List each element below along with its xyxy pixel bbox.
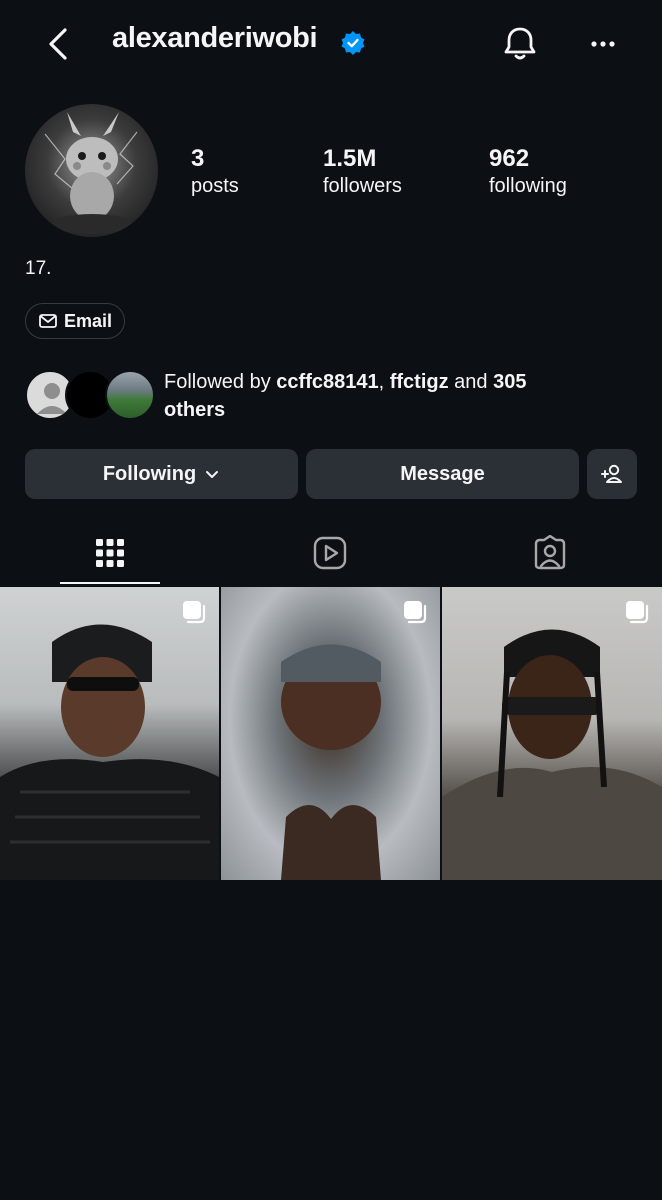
chevron-down-icon bbox=[206, 471, 219, 478]
mail-icon bbox=[39, 314, 57, 328]
profile-username: alexanderiwobi bbox=[112, 22, 318, 54]
followed-by-text[interactable]: Followed by ccffc88141, ffctigz and 305 o… bbox=[164, 368, 624, 424]
post-thumbnail[interactable] bbox=[442, 587, 662, 880]
stat-label: posts bbox=[191, 175, 239, 197]
following-label: Following bbox=[102, 462, 197, 485]
reels-icon bbox=[313, 536, 347, 570]
post-thumbnail[interactable] bbox=[0, 587, 219, 880]
posts-count: 3 posts bbox=[191, 145, 239, 199]
suggest-people-button[interactable] bbox=[587, 449, 637, 499]
mutual-user-2[interactable]: ffctigz bbox=[390, 371, 449, 393]
chevron-left-icon bbox=[49, 28, 67, 60]
followers-count[interactable]: 1.5M followers bbox=[323, 145, 402, 199]
tab-tagged[interactable] bbox=[500, 520, 600, 586]
tab-reels[interactable] bbox=[280, 520, 380, 586]
bell-icon bbox=[504, 27, 536, 60]
more-options-button[interactable] bbox=[584, 26, 624, 62]
followed-by-mid: and bbox=[448, 371, 494, 393]
mutual-avatar-stadium bbox=[105, 370, 155, 420]
tagged-icon bbox=[534, 535, 566, 570]
stat-label: following bbox=[489, 175, 567, 197]
email-button[interactable]: Email bbox=[25, 303, 126, 339]
carousel-icon bbox=[402, 599, 428, 625]
add-person-icon bbox=[601, 464, 622, 483]
profile-header: alexanderiwobi bbox=[0, 0, 662, 90]
notifications-button[interactable] bbox=[498, 22, 542, 66]
back-button[interactable] bbox=[40, 24, 80, 64]
posts-grid bbox=[0, 587, 662, 880]
profile-bio: 17. bbox=[25, 258, 52, 279]
more-horizontal-icon bbox=[591, 41, 615, 47]
mutual-count: 305 bbox=[493, 371, 527, 393]
carousel-icon bbox=[624, 599, 650, 625]
active-tab-indicator bbox=[60, 582, 160, 584]
stat-value: 3 bbox=[191, 145, 205, 172]
followed-by-sep: , bbox=[378, 371, 390, 393]
mutual-followers-avatars[interactable] bbox=[25, 370, 155, 420]
profile-tabs bbox=[0, 520, 662, 586]
following-count[interactable]: 962 following bbox=[489, 145, 567, 199]
verified-badge-icon bbox=[340, 30, 366, 56]
post-thumbnail[interactable] bbox=[221, 587, 440, 880]
followed-by-prefix: Followed by bbox=[164, 371, 277, 393]
stat-value: 1.5M bbox=[323, 145, 377, 172]
profile-avatar[interactable] bbox=[25, 104, 158, 237]
mutual-others: others bbox=[164, 399, 226, 421]
following-button[interactable]: Following bbox=[25, 449, 298, 499]
grid-icon bbox=[96, 539, 124, 567]
carousel-icon bbox=[181, 599, 207, 625]
message-label: Message bbox=[400, 462, 485, 485]
email-label: Email bbox=[64, 310, 113, 331]
message-button[interactable]: Message bbox=[306, 449, 579, 499]
tab-posts[interactable] bbox=[60, 520, 160, 586]
stat-label: followers bbox=[323, 175, 402, 197]
stat-value: 962 bbox=[489, 145, 530, 172]
mutual-user-1[interactable]: ccffc88141 bbox=[276, 371, 378, 393]
